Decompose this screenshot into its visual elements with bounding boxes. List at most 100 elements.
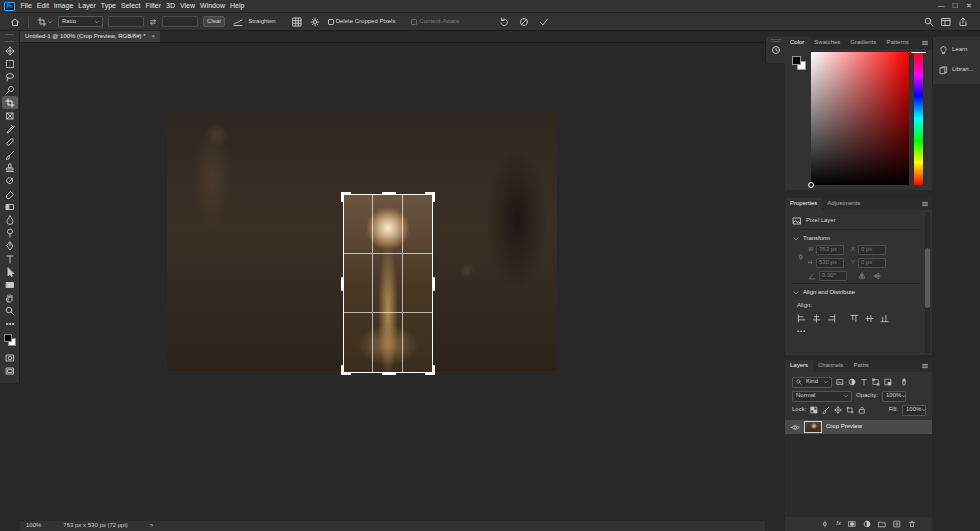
straighten-label[interactable]: Straighten — [248, 18, 275, 25]
align-left-icon[interactable] — [797, 314, 806, 323]
foreground-background-swatch[interactable] — [792, 56, 806, 70]
chevron-icon[interactable] — [792, 235, 800, 243]
layer-name[interactable]: Crop Preview — [826, 423, 862, 430]
quick-selection-icon[interactable] — [2, 83, 18, 96]
hue-marker[interactable] — [911, 52, 926, 53]
ratio-label[interactable]: Ratio — [62, 18, 94, 25]
path-selection-icon[interactable] — [2, 265, 18, 278]
history-icon[interactable] — [771, 45, 781, 55]
align-middle-icon[interactable] — [865, 314, 874, 323]
panel-label[interactable]: Learn — [952, 46, 967, 53]
search-icon[interactable] — [924, 17, 934, 27]
color-field[interactable] — [811, 52, 909, 185]
panel-button[interactable]: Learn — [939, 40, 980, 60]
more-icon[interactable] — [2, 317, 18, 330]
adjustment-filter-icon[interactable] — [848, 378, 856, 386]
shape-filter-icon[interactable] — [872, 378, 880, 386]
commit-icon[interactable] — [539, 17, 549, 27]
more-button[interactable]: ••• — [797, 325, 921, 338]
flip-horizontal-icon[interactable] — [858, 272, 866, 280]
content-aware-checkbox[interactable]: Content-Aware — [411, 18, 459, 25]
menu-item[interactable]: Layer — [76, 2, 99, 10]
photo[interactable] — [167, 110, 557, 371]
color-picker[interactable] — [808, 182, 814, 188]
width-field[interactable] — [108, 16, 144, 27]
section-title[interactable]: Align and Distribute — [803, 289, 855, 296]
link-icon[interactable] — [797, 253, 805, 261]
checkbox-label[interactable]: Delete Cropped Pixels — [336, 18, 396, 25]
healing-brush-icon[interactable] — [2, 135, 18, 148]
delete-cropped-checkbox[interactable]: Delete Cropped Pixels — [328, 18, 396, 25]
gear-icon[interactable] — [310, 17, 320, 27]
frame-icon[interactable] — [2, 109, 18, 122]
section-header[interactable]: Align and Distribute — [792, 286, 921, 299]
filter-toggle-icon[interactable] — [900, 378, 908, 386]
ratio-select[interactable]: Ratio — [58, 16, 103, 27]
checkbox[interactable] — [328, 19, 334, 25]
panel-menu-icon[interactable] — [921, 39, 929, 47]
app-logo[interactable]: Ps — [4, 2, 15, 11]
screen-mode-icon[interactable] — [2, 364, 18, 377]
libraries-icon[interactable] — [939, 66, 948, 75]
filter-kind-select[interactable]: Kind — [792, 377, 832, 388]
transform-field[interactable]: 763 px — [816, 245, 844, 255]
cancel-icon[interactable] — [519, 17, 529, 27]
mask-icon[interactable] — [848, 520, 856, 528]
panel-menu-icon[interactable] — [921, 362, 929, 370]
flip-vertical-icon[interactable] — [873, 272, 881, 280]
minimize-button[interactable]: — — [934, 2, 948, 10]
status-menu-button[interactable]: > — [150, 522, 154, 529]
canvas[interactable] — [20, 43, 765, 521]
straighten-icon[interactable] — [233, 17, 243, 27]
menu-item[interactable]: Help — [227, 2, 246, 10]
type-icon[interactable] — [2, 252, 18, 265]
zoom-level[interactable]: 100% — [26, 522, 41, 529]
crop-icon[interactable] — [37, 17, 47, 27]
hue-slider[interactable] — [914, 52, 923, 185]
filter-kind[interactable]: Kind — [806, 378, 823, 385]
maximize-button[interactable]: ☐ — [948, 2, 962, 10]
straighten-button[interactable]: Straighten — [233, 17, 275, 27]
align-top-icon[interactable] — [850, 314, 859, 323]
panel-tab[interactable]: Channels — [813, 360, 848, 372]
blur-icon[interactable] — [2, 213, 18, 226]
lightbulb-icon[interactable] — [939, 46, 948, 55]
fill-value[interactable]: 100% — [906, 406, 921, 413]
share-icon[interactable] — [958, 17, 968, 27]
crop-box[interactable] — [343, 194, 433, 373]
transform-field[interactable]: 0 px — [858, 245, 886, 255]
align-right-icon[interactable] — [827, 314, 836, 323]
color-swatches[interactable] — [2, 333, 18, 349]
reset-icon[interactable] — [499, 17, 509, 27]
checkbox-label[interactable]: Content-Aware — [419, 18, 459, 25]
panel-label[interactable]: Librari... — [952, 66, 974, 73]
transform-field[interactable]: 530 px — [816, 258, 844, 268]
section-header[interactable]: Transform — [792, 232, 921, 245]
angle-field[interactable]: 0.00° — [819, 271, 847, 281]
crop-handle[interactable] — [341, 277, 344, 291]
dodge-icon[interactable] — [2, 226, 18, 239]
checkbox[interactable] — [411, 19, 417, 25]
adjustment-layer-icon[interactable] — [863, 520, 871, 528]
eraser-icon[interactable] — [2, 187, 18, 200]
menu-item[interactable]: Window — [198, 2, 228, 10]
crop-icon[interactable] — [2, 96, 18, 109]
link-layers-icon[interactable] — [821, 520, 829, 528]
type-filter-icon[interactable] — [860, 378, 868, 386]
layer-style-button[interactable]: fx — [836, 520, 841, 527]
crop-handle[interactable] — [341, 365, 351, 375]
pixel-filter-icon[interactable] — [836, 378, 844, 386]
section-title[interactable]: Transform — [803, 235, 830, 242]
swap-icon[interactable] — [149, 18, 157, 26]
blend-mode-select[interactable]: Normal — [792, 391, 852, 402]
chevron-icon[interactable] — [792, 289, 800, 297]
trash-icon[interactable] — [908, 520, 916, 528]
eye-icon[interactable] — [791, 423, 800, 432]
panel-tab[interactable]: Paths — [848, 360, 873, 372]
menu-item[interactable]: Image — [51, 2, 75, 10]
lock-artboard-icon[interactable] — [846, 406, 854, 414]
new-layer-icon[interactable] — [893, 520, 901, 528]
crop-handle[interactable] — [425, 192, 435, 202]
document-title[interactable]: Untitled-1 @ 100% (Crop Preview, RGB/8#)… — [25, 33, 145, 40]
grid-overlay-icon[interactable] — [292, 17, 302, 27]
